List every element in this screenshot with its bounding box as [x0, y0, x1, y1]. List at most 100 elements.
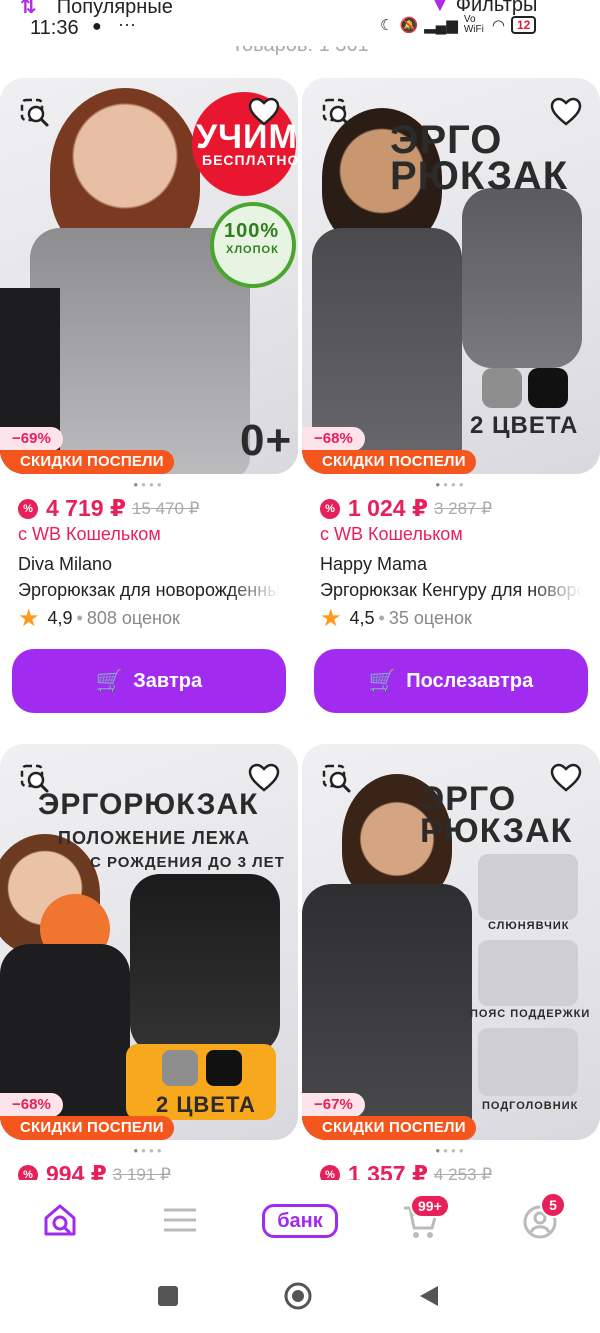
review-count: 35 оценок	[388, 608, 472, 628]
product-name[interactable]: Эргорюкзак Кенгуру для новорожденных	[320, 580, 582, 601]
overlay-text-3: С РОЖДЕНИЯ ДО 3 ЛЕТ	[90, 854, 285, 871]
battery-icon: 12	[510, 16, 537, 34]
product-card[interactable]: ЭРГОРЮКЗАК ПОЛОЖЕНИЕ ЛЕЖА С РОЖДЕНИЯ ДО …	[0, 744, 298, 1180]
wallet-discount-icon: %	[320, 1164, 340, 1180]
rating-value: 4,5	[349, 608, 375, 628]
product-photo[interactable]: УЧИМ БЕСПЛАТНО 100% ХЛОПОК 0+ −69% СКИДК…	[0, 78, 298, 474]
price-row: % 994 ₽ 3 191 ₽	[18, 1161, 171, 1180]
old-price: 15 470 ₽	[131, 498, 200, 518]
price: 994 ₽	[46, 1161, 107, 1180]
similar-search-icon[interactable]	[20, 764, 50, 794]
product-card[interactable]: ЭРГО РЮКЗАК СЛЮНЯВЧИК ПОЯС ПОДДЕРЖКИ ПОД…	[302, 744, 600, 1180]
price-row: % 1 357 ₽ 4 253 ₽	[320, 1161, 492, 1180]
carousel-dots: ●●●●	[133, 1146, 165, 1155]
bottom-navigation: банк 99+ 5	[0, 1180, 600, 1264]
clock: 11:36	[30, 17, 79, 39]
overlay-text-2: РЮКЗАК	[420, 812, 573, 850]
profile-badge: 5	[540, 1192, 566, 1218]
home-icon[interactable]	[42, 1202, 78, 1238]
carousel-dots: ●●●●	[435, 1146, 467, 1155]
sale-badge: СКИДКИ ПОСПЕЛИ	[302, 1116, 476, 1140]
price-row: % 1 024 ₽ 3 287 ₽	[320, 495, 492, 522]
carousel-dots: ●●●●	[435, 480, 467, 489]
colors-label: 2 ЦВЕТА	[156, 1092, 256, 1117]
catalog-icon[interactable]	[162, 1206, 198, 1234]
similar-search-icon[interactable]	[322, 98, 352, 128]
recents-button[interactable]	[158, 1286, 178, 1306]
wifi-icon: ◠	[491, 17, 505, 34]
feature-bib: СЛЮНЯВЧИК	[488, 920, 570, 932]
discount-badge: −68%	[0, 1093, 63, 1117]
mute-icon: 🔕	[399, 17, 419, 34]
add-to-cart-button[interactable]: 🛒 Завтра	[12, 649, 286, 713]
cart-icon: 🛒	[95, 668, 124, 693]
overlay-text-2: РЮКЗАК	[390, 154, 569, 198]
colors-label: 2 ЦВЕТА	[470, 412, 579, 439]
wallet-discount-icon: %	[18, 1164, 38, 1180]
heart-icon[interactable]	[248, 96, 280, 128]
bank-label: банк	[277, 1210, 323, 1232]
back-button[interactable]	[418, 1284, 440, 1308]
sort-icon: ⇅	[20, 0, 37, 18]
home-button[interactable]	[284, 1282, 312, 1310]
sale-badge: СКИДКИ ПОСПЕЛИ	[0, 450, 174, 474]
discount-badge: −68%	[302, 427, 365, 451]
review-count: 808 оценок	[86, 608, 180, 628]
brand: Happy Mama	[320, 554, 428, 574]
signal-icon: ▂▄▆	[424, 17, 458, 34]
product-name[interactable]: Эргорюкзак для новорожденных	[18, 580, 280, 601]
add-to-cart-button[interactable]: 🛒 Послезавтра	[314, 649, 588, 713]
rating: ★ 4,5 • 35 оценок	[320, 604, 472, 632]
wallet-discount-icon: %	[18, 498, 38, 519]
wallet-discount-icon: %	[320, 498, 340, 519]
old-price: 4 253 ₽	[433, 1164, 493, 1181]
cotton-percent: 100%	[224, 220, 280, 242]
chat-icon: ●	[92, 18, 102, 35]
wallet-note: с WB Кошельком	[320, 524, 463, 544]
old-price: 3 287 ₽	[433, 498, 493, 518]
heart-icon[interactable]	[550, 96, 582, 128]
sale-badge: СКИДКИ ПОСПЕЛИ	[302, 450, 476, 474]
rating-value: 4,9	[47, 608, 73, 628]
bank-tab[interactable]: банк	[262, 1204, 338, 1238]
vowifi-label: Vo WiFi	[463, 14, 484, 35]
delivery-label: Послезавтра	[406, 669, 534, 692]
product-photo[interactable]: ЭРГОРЮКЗАК ПОЛОЖЕНИЕ ЛЕЖА С РОЖДЕНИЯ ДО …	[0, 744, 298, 1140]
product-photo[interactable]: ЭРГО РЮКЗАК СЛЮНЯВЧИК ПОЯС ПОДДЕРЖКИ ПОД…	[302, 744, 600, 1140]
similar-search-icon[interactable]	[322, 764, 352, 794]
price: 4 719 ₽	[46, 495, 126, 521]
more-icon: ···	[118, 14, 136, 34]
price: 1 357 ₽	[348, 1161, 428, 1180]
price: 1 024 ₽	[348, 495, 428, 521]
cotton-label: ХЛОПОК	[226, 244, 279, 256]
similar-search-icon[interactable]	[20, 98, 50, 128]
discount-badge: −69%	[0, 427, 63, 451]
brand: Diva Milano	[18, 554, 113, 574]
age-label: 0+	[240, 416, 293, 465]
system-navigation	[0, 1264, 600, 1333]
sort-label: Популярные	[56, 0, 173, 18]
delivery-label: Завтра	[133, 669, 203, 692]
product-photo[interactable]: ЭРГО РЮКЗАК 2 ЦВЕТА −68% СКИДКИ ПОСПЕЛИ	[302, 78, 600, 474]
overlay-text-2: БЕСПЛАТНО	[202, 152, 298, 168]
system-icons: ☾ 🔕 ▂▄▆ Vo WiFi ◠ 12	[380, 14, 537, 35]
cart-icon: 🛒	[368, 668, 397, 693]
moon-icon: ☾	[380, 17, 394, 34]
wallet-note: с WB Кошельком	[18, 524, 161, 544]
feature-headrest: ПОДГОЛОВНИК	[482, 1100, 579, 1112]
overlay-text-1: ЭРГОРЮКЗАК	[38, 788, 259, 821]
star-icon: ★	[18, 604, 40, 632]
rating: ★ 4,9 • 808 оценок	[18, 604, 180, 632]
heart-icon[interactable]	[248, 762, 280, 794]
cart-badge: 99+	[410, 1194, 450, 1218]
battery-level: 12	[516, 18, 531, 32]
feature-belt: ПОЯС ПОДДЕРЖКИ	[470, 1008, 591, 1020]
price-row: % 4 719 ₽ 15 470 ₽	[18, 495, 200, 522]
discount-badge: −67%	[302, 1093, 365, 1117]
overlay-text-2: ПОЛОЖЕНИЕ ЛЕЖА	[58, 828, 251, 848]
carousel-dots: ●●●●	[133, 480, 165, 489]
heart-icon[interactable]	[550, 762, 582, 794]
status-bar: ⇅ Популярные ▼ Фильтры 11:36 ● ··· ☾ 🔕 ▂▄▆…	[0, 0, 600, 46]
sale-badge: СКИДКИ ПОСПЕЛИ	[0, 1116, 174, 1140]
star-icon: ★	[320, 604, 342, 632]
